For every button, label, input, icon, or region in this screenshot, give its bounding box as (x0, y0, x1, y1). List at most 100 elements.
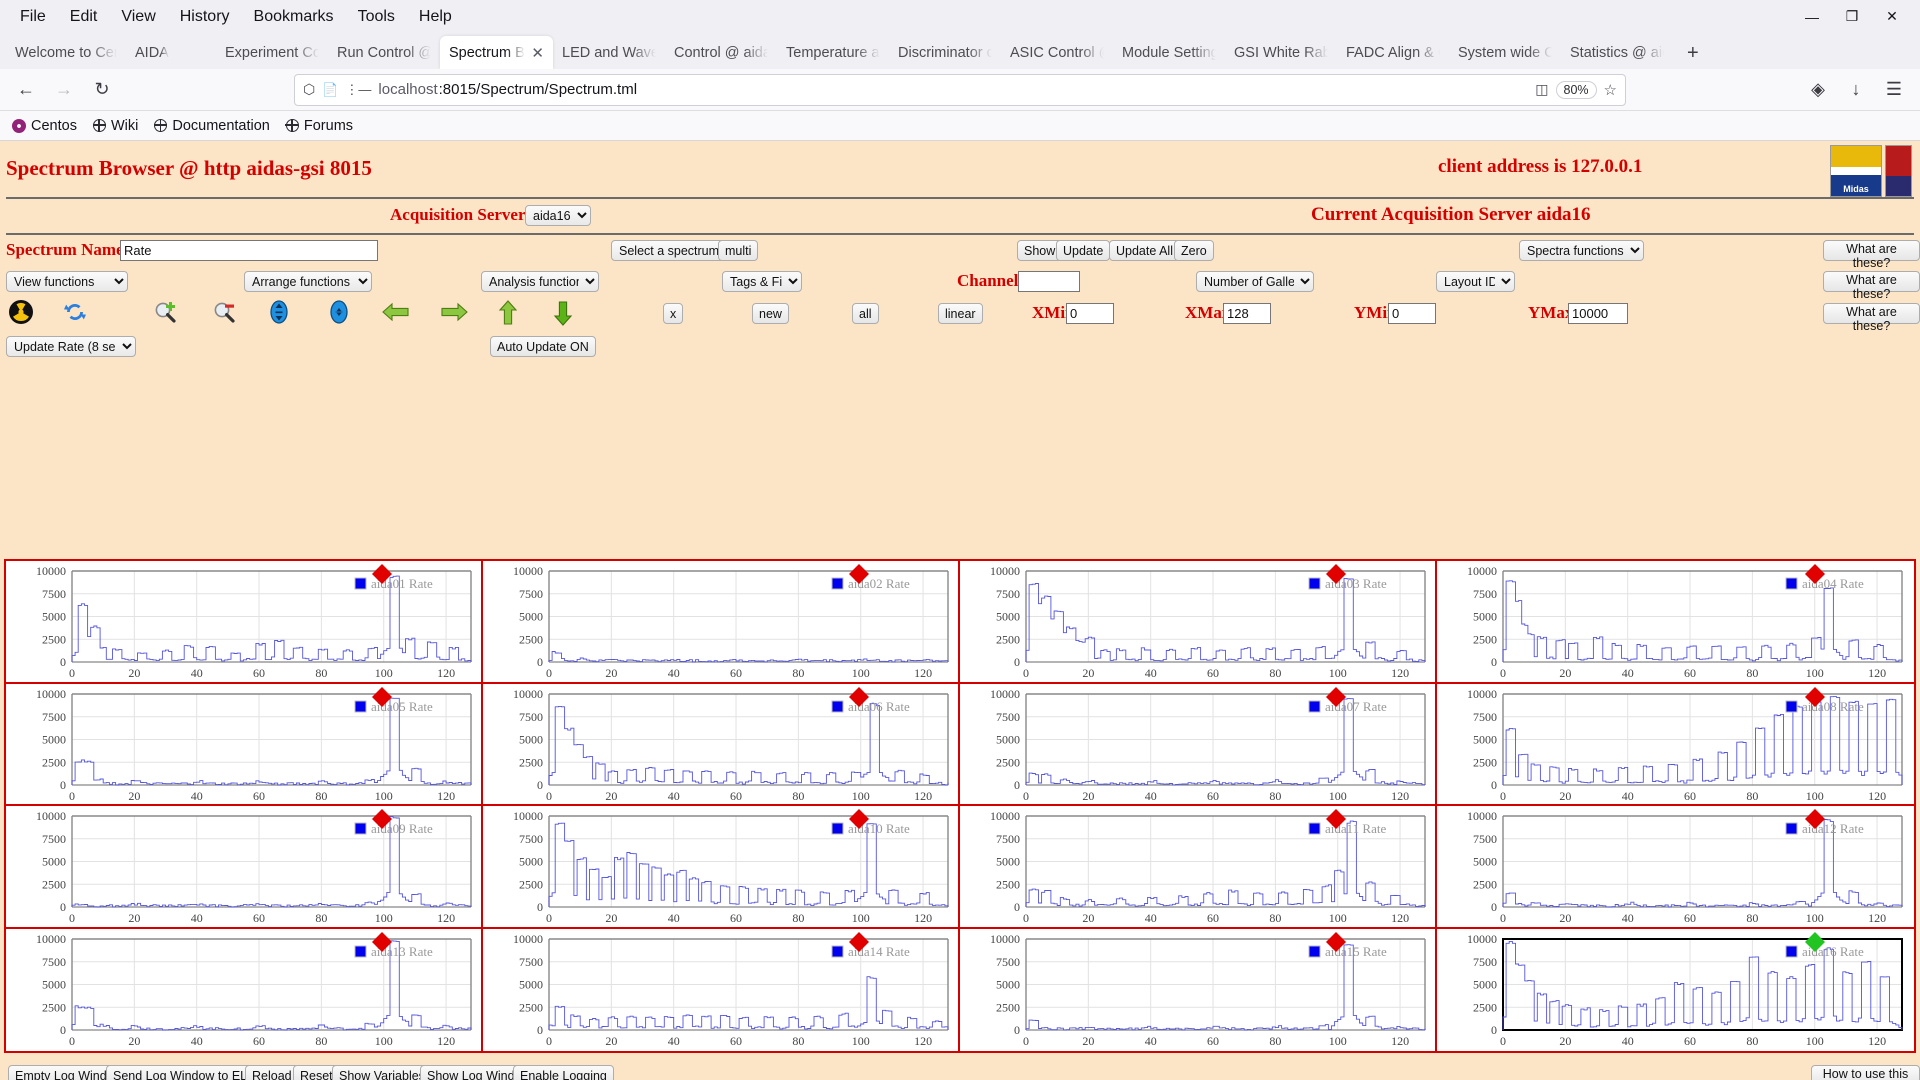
panel-status-diamond-icon[interactable] (371, 686, 393, 708)
panel-status-diamond-icon[interactable] (1325, 686, 1347, 708)
analysis-functions-dropdown[interactable]: Analysis functions (481, 271, 599, 292)
how-to-use-page-button[interactable]: How to use this page (1811, 1065, 1920, 1080)
menu-file[interactable]: File (8, 4, 58, 30)
collapse-up-icon[interactable] (326, 299, 352, 325)
x-button[interactable]: x (663, 303, 684, 324)
zoom-level-badge[interactable]: 80% (1555, 80, 1597, 99)
reload-button[interactable]: Reload (245, 1065, 299, 1080)
pocket-icon[interactable]: ◈ (1802, 74, 1834, 106)
bookmark-forums[interactable]: Forums (285, 118, 353, 134)
update-rate-dropdown[interactable]: Update Rate (8 secs) (6, 336, 136, 357)
spectrum-panel[interactable]: 0 2500 5000 7500 10000 0 20 40 60 80 100 120 aida07 … (960, 683, 1437, 806)
browser-tab[interactable]: FADC Align & Cal (1337, 36, 1449, 69)
panel-status-diamond-icon[interactable] (848, 686, 870, 708)
downloads-icon[interactable]: ↓ (1840, 74, 1872, 106)
spectrum-panel[interactable]: 0 2500 5000 7500 10000 0 20 40 60 80 100 120 aida15 … (960, 928, 1437, 1051)
view-functions-dropdown[interactable]: View functions (6, 271, 128, 292)
zoom-out-icon[interactable] (211, 299, 237, 325)
spectrum-panel[interactable]: 0 2500 5000 7500 10000 0 20 40 60 80 100 120 aida12 … (1437, 806, 1914, 929)
bookmark-wiki[interactable]: Wiki (92, 118, 138, 134)
reload-icon[interactable]: ↻ (86, 74, 118, 106)
url-bar[interactable]: ⬡ 📄 ⋮— localhost :8015/Spectrum/Spectrum… (294, 73, 1626, 106)
spectra-functions-dropdown[interactable]: Spectra functions (1519, 240, 1644, 261)
panel-status-diamond-icon[interactable] (1804, 686, 1826, 708)
menu-help[interactable]: Help (407, 4, 464, 30)
browser-tab[interactable]: AIDA (126, 36, 216, 69)
update-button[interactable]: Update (1056, 240, 1111, 261)
channel-input[interactable] (1018, 271, 1080, 292)
enable-logging-button[interactable]: Enable Logging (513, 1065, 614, 1080)
close-icon[interactable]: ✕ (1872, 3, 1912, 31)
zoom-in-icon[interactable] (152, 299, 178, 325)
browser-tab[interactable]: Statistics @ aidas (1561, 36, 1673, 69)
panel-status-diamond-icon[interactable] (371, 808, 393, 830)
panel-status-diamond-icon[interactable] (1325, 808, 1347, 830)
update-all-button[interactable]: Update All (1109, 240, 1180, 261)
arrow-left-icon[interactable] (381, 301, 411, 323)
expand-down-icon[interactable] (266, 299, 292, 325)
browser-tab[interactable]: GSI White Rabbit (1225, 36, 1337, 69)
browser-tab[interactable]: ASIC Control @ ai (1001, 36, 1113, 69)
radiation-icon[interactable] (8, 299, 34, 325)
permissions-icon[interactable]: ⋮— (345, 82, 371, 98)
spectrum-panel[interactable]: 0 2500 5000 7500 10000 0 20 40 60 80 100 120 aida05 … (6, 683, 483, 806)
show-variables-button[interactable]: Show Variables (332, 1065, 432, 1080)
minimize-icon[interactable]: — (1792, 3, 1832, 31)
bookmark-centos[interactable]: Centos (12, 118, 77, 134)
bookmark-documentation[interactable]: Documentation (153, 118, 270, 134)
ymin-input[interactable] (1388, 303, 1436, 324)
back-icon[interactable]: ← (10, 74, 42, 106)
spectrum-name-input[interactable] (120, 240, 378, 261)
browser-tab[interactable]: Temperature and H (777, 36, 889, 69)
spectrum-panel[interactable]: 0 2500 5000 7500 10000 0 20 40 60 80 100 120 aida11 … (960, 806, 1437, 929)
spectrum-panel[interactable]: 0 2500 5000 7500 10000 0 20 40 60 80 100 120 aida02 … (483, 561, 960, 684)
arrow-down-icon[interactable] (552, 299, 574, 327)
tab-close-icon[interactable]: ✕ (531, 44, 544, 62)
all-button[interactable]: all (852, 303, 879, 324)
arrow-up-icon[interactable] (497, 299, 519, 327)
tags-and-fits-dropdown[interactable]: Tags & Fits (722, 271, 802, 292)
what-are-these-button-1[interactable]: What are these? (1823, 240, 1920, 270)
new-tab-icon[interactable]: + (1677, 42, 1709, 69)
spectrum-panel[interactable]: 0 2500 5000 7500 10000 0 20 40 60 80 100 120 aida08 … (1437, 683, 1914, 806)
menu-bookmarks[interactable]: Bookmarks (242, 4, 346, 30)
send-log-to-elog-button[interactable]: Send Log Window to ELog (106, 1065, 269, 1080)
forward-icon[interactable]: → (48, 74, 80, 106)
browser-tab[interactable]: Discriminator con (889, 36, 1001, 69)
browser-tab[interactable]: Control @ aidas-gs (665, 36, 777, 69)
xmin-input[interactable] (1066, 303, 1114, 324)
browser-tab[interactable]: Module Settings @ (1113, 36, 1225, 69)
app-menu-icon[interactable]: ☰ (1878, 74, 1910, 106)
browser-tab[interactable]: Run Control @ aidas (328, 36, 440, 69)
panel-status-diamond-icon[interactable] (371, 931, 393, 953)
spectrum-panel[interactable]: 0 2500 5000 7500 10000 0 20 40 60 80 100 120 aida13 … (6, 928, 483, 1051)
xmax-input[interactable] (1223, 303, 1271, 324)
panel-status-diamond-icon[interactable] (848, 931, 870, 953)
spectrum-panel[interactable]: 0 2500 5000 7500 10000 0 20 40 60 80 100 120 aida06 … (483, 683, 960, 806)
menu-tools[interactable]: Tools (346, 4, 407, 30)
auto-update-button[interactable]: Auto Update ON (490, 336, 596, 357)
panel-status-diamond-icon[interactable] (1325, 563, 1347, 585)
panel-status-diamond-icon[interactable] (848, 808, 870, 830)
what-are-these-button-3[interactable]: What are these? (1823, 303, 1920, 333)
browser-tab[interactable]: Welcome to Centos (6, 36, 126, 69)
zero-button[interactable]: Zero (1174, 240, 1214, 261)
panel-status-diamond-icon[interactable] (1804, 931, 1826, 953)
menu-edit[interactable]: Edit (58, 4, 110, 30)
spectrum-panel[interactable]: 0 2500 5000 7500 10000 0 20 40 60 80 100 120 aida16 … (1437, 928, 1914, 1051)
menu-history[interactable]: History (168, 4, 242, 30)
browser-tab[interactable]: System wide Chan (1449, 36, 1561, 69)
panel-status-diamond-icon[interactable] (1325, 931, 1347, 953)
what-are-these-button-2[interactable]: What are these? (1823, 271, 1920, 301)
arrow-right-icon[interactable] (439, 301, 469, 323)
spectrum-panel[interactable]: 0 2500 5000 7500 10000 0 20 40 60 80 100 120 aida01 … (6, 561, 483, 684)
reader-view-icon[interactable]: ◫ (1535, 81, 1548, 98)
maximize-icon[interactable]: ❐ (1832, 3, 1872, 31)
spectrum-panel[interactable]: 0 2500 5000 7500 10000 0 20 40 60 80 100 120 aida03 … (960, 561, 1437, 684)
acquisition-server-select[interactable]: aida16 (525, 205, 591, 226)
layout-id-dropdown[interactable]: Layout ID=1 (1436, 271, 1515, 292)
spectrum-panel[interactable]: 0 2500 5000 7500 10000 0 20 40 60 80 100 120 aida04 … (1437, 561, 1914, 684)
multi-button[interactable]: multi (718, 240, 759, 261)
spectrum-panel[interactable]: 0 2500 5000 7500 10000 0 20 40 60 80 100 120 aida14 … (483, 928, 960, 1051)
panel-status-diamond-icon[interactable] (371, 563, 393, 585)
